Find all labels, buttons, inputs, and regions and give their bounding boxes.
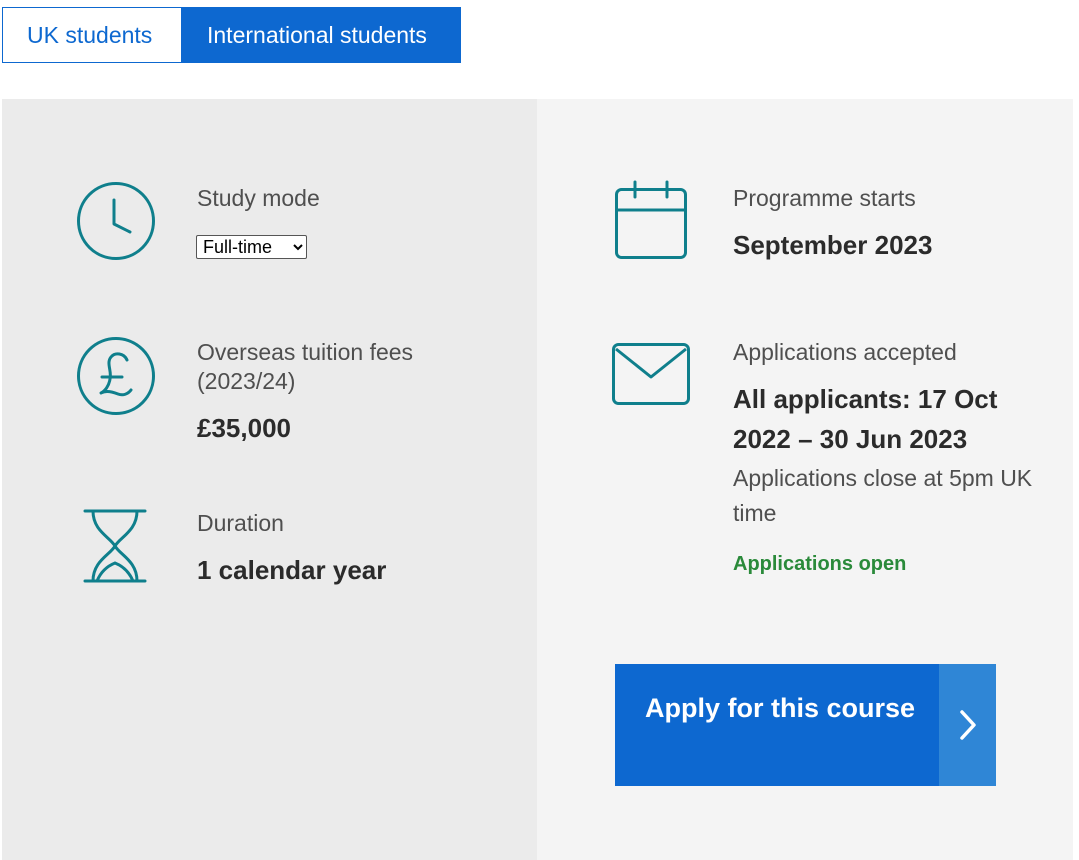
- duration-value: 1 calendar year: [197, 555, 387, 585]
- programme-starts-label: Programme starts: [733, 185, 916, 211]
- chevron-right-icon: [960, 710, 976, 740]
- applications-accepted-label: Applications accepted: [733, 339, 957, 365]
- calendar-icon: [615, 180, 687, 259]
- apply-arrow-box[interactable]: [939, 664, 996, 786]
- programme-starts-value: September 2023: [733, 230, 933, 260]
- applications-status-badge: Applications open: [733, 553, 907, 575]
- tuition-fees-label: Overseas tuition fees (2023/24): [197, 339, 414, 394]
- study-mode-label: Study mode: [197, 185, 320, 211]
- apply-button[interactable]: Apply for this course: [615, 664, 996, 786]
- applications-close-note: Applications close at 5pm UK time: [733, 465, 1033, 526]
- tab-international-students[interactable]: International students: [182, 7, 461, 63]
- duration-label: Duration: [197, 510, 284, 536]
- student-type-tabs: UK students International students: [2, 7, 461, 63]
- applications-dates-value: All applicants: 17 Oct 2022 – 30 Jun 202…: [733, 384, 998, 454]
- envelope-icon: [612, 343, 690, 405]
- hourglass-icon: [83, 509, 147, 583]
- tab-uk-students[interactable]: UK students: [2, 7, 182, 63]
- study-mode-select[interactable]: Full-time: [196, 235, 307, 259]
- clock-icon: [77, 182, 155, 260]
- pound-icon: [77, 337, 155, 415]
- tuition-fees-value: £35,000: [197, 413, 291, 443]
- apply-button-label: Apply for this course: [645, 693, 916, 723]
